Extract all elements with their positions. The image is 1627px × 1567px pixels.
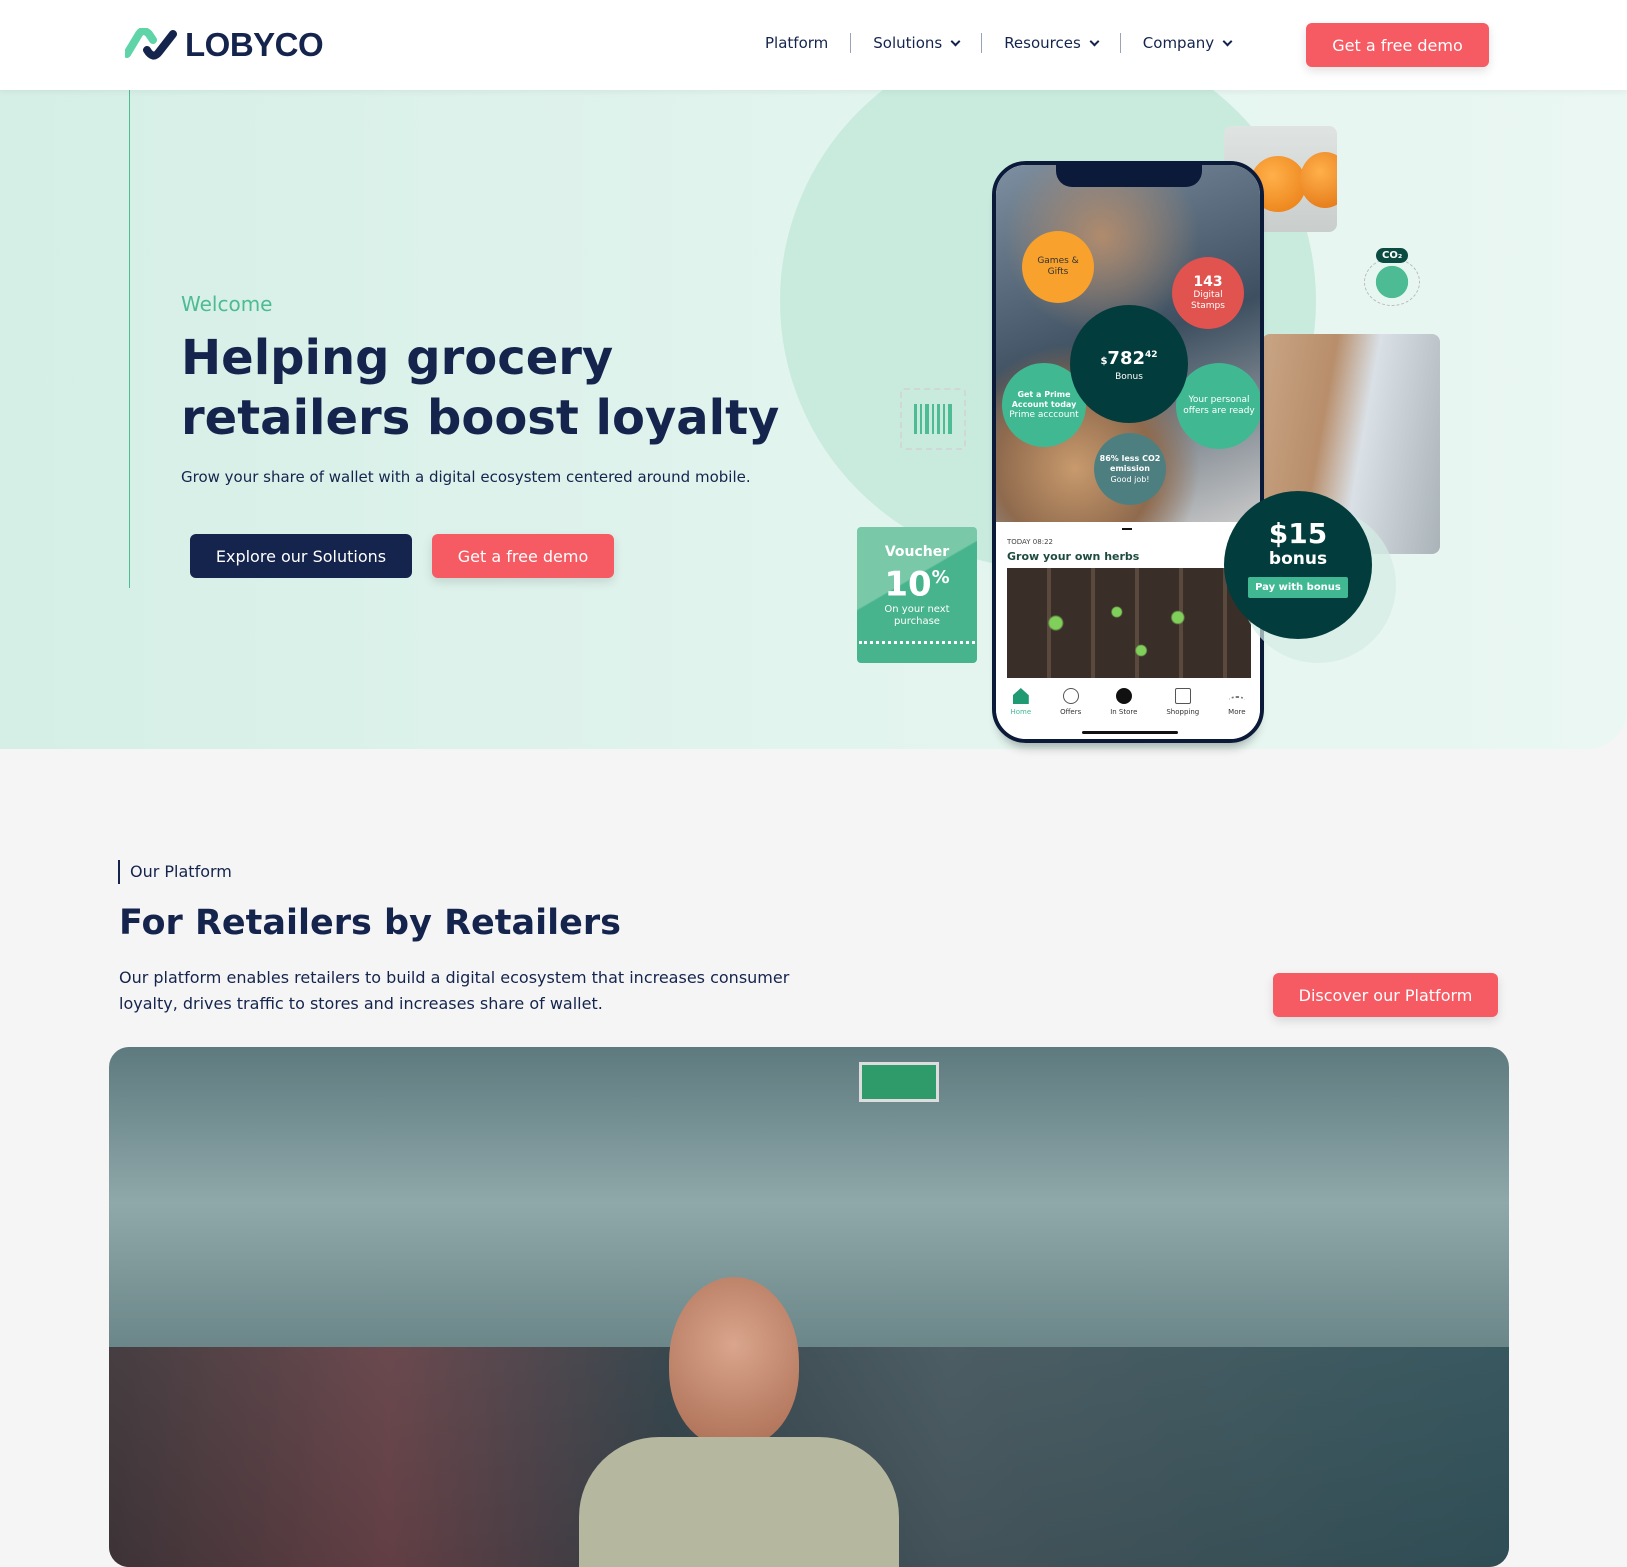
stamps-bubble[interactable]: 143 Digital Stamps [1172, 257, 1244, 329]
tab-home[interactable]: Home [1010, 688, 1032, 739]
feed-card[interactable]: TODAY 08:22 Grow your own herbs [996, 522, 1260, 682]
card-title: Grow your own herbs [1007, 550, 1140, 563]
percent-icon [1062, 688, 1079, 704]
voucher-unit: % [931, 567, 950, 588]
voucher-value: 10 [884, 564, 932, 605]
chevron-down-icon [950, 36, 961, 46]
discover-platform-button[interactable]: Discover our Platform [1273, 973, 1498, 1017]
bonus-badge: $15 bonus Pay with bonus [1224, 491, 1372, 639]
home-indicator [1082, 731, 1178, 734]
nav-label: Solutions [873, 34, 943, 52]
logo[interactable]: LOBYCO [125, 26, 324, 64]
home-icon [1012, 688, 1029, 704]
store-video[interactable] [109, 1047, 1509, 1567]
barcode-icon [900, 388, 966, 450]
bubble-label: Games & Gifts [1037, 256, 1079, 277]
tab-label: More [1228, 708, 1246, 716]
truck-icon [1174, 688, 1191, 704]
co2-label: 86% less CO2 emission [1099, 453, 1161, 473]
co2-badge: CO₂ [1376, 248, 1409, 263]
globe-icon [1364, 258, 1420, 306]
co2-bubble[interactable]: 86% less CO2 emission Good job! [1094, 433, 1166, 505]
section-label: Our Platform [118, 860, 232, 884]
stamps-count: 143 [1193, 274, 1223, 290]
chevron-down-icon [1222, 36, 1233, 46]
section-title: For Retailers by Retailers [119, 903, 621, 943]
tab-label: Offers [1060, 708, 1082, 716]
stamps-label: Digital Stamps [1191, 290, 1225, 311]
voucher-title: Voucher [884, 544, 950, 560]
scan-icon [1115, 688, 1132, 704]
bonus-label: Bonus [1115, 372, 1143, 382]
more-icon [1228, 696, 1245, 704]
bonus-label: bonus [1268, 549, 1328, 569]
prime-title: Get a Prime Account today [1011, 389, 1077, 409]
tab-more[interactable]: More [1228, 688, 1246, 739]
nav-label: Resources [1004, 34, 1081, 52]
hero-subtitle: Grow your share of wallet with a digital… [181, 468, 751, 486]
co2-sub: Good job! [1110, 474, 1150, 484]
pay-with-bonus-button[interactable]: Pay with bonus [1248, 577, 1348, 598]
personal-offers-bubble[interactable]: Your personal offers are ready [1176, 363, 1260, 449]
bonus-amount: $15 [1268, 517, 1328, 550]
nav-solutions[interactable]: Solutions [850, 33, 981, 53]
tab-offers[interactable]: Offers [1060, 688, 1082, 739]
voucher-card: Voucher 10% On your next purchase [857, 527, 977, 663]
herbs-image [1007, 568, 1251, 678]
prime-sub: Prime acccount [1009, 409, 1079, 420]
phone-mockup: Games & Gifts 143 Digital Stamps $78242 Bo… [992, 161, 1264, 743]
section-text: Our platform enables retailers to build … [119, 968, 790, 1013]
divider [129, 90, 130, 588]
nav-label: Company [1142, 34, 1215, 52]
nav-resources[interactable]: Resources [981, 33, 1120, 53]
offers-label: Your personal offers are ready [1183, 395, 1255, 416]
tab-label: Shopping [1166, 708, 1200, 716]
hero-title: Helping grocery retailers boost loyalty [181, 330, 780, 446]
logo-icon [125, 28, 177, 60]
tab-label: Home [1010, 708, 1032, 716]
header-demo-button[interactable]: Get a free demo [1306, 23, 1489, 67]
card-time: TODAY 08:22 [1007, 538, 1053, 546]
voucher-sub: On your next purchase [884, 604, 950, 628]
bonus-cents: 42 [1145, 350, 1158, 360]
bonus-balance-bubble[interactable]: $78242 Bonus [1070, 305, 1188, 423]
phone-notch [1056, 165, 1202, 187]
site-header: LOBYCO Platform Solutions Resources Comp… [0, 0, 1627, 90]
games-gifts-bubble[interactable]: Games & Gifts [1022, 231, 1094, 303]
tab-label: In Store [1110, 708, 1138, 716]
bonus-amount: 782 [1107, 348, 1145, 369]
hero-demo-button[interactable]: Get a free demo [432, 534, 614, 578]
explore-solutions-button[interactable]: Explore our Solutions [190, 534, 412, 578]
nav-company[interactable]: Company [1119, 33, 1253, 53]
main-nav: Platform Solutions Resources Company [765, 33, 1253, 53]
chevron-down-icon [1089, 36, 1100, 46]
nav-platform[interactable]: Platform [765, 33, 850, 53]
hero-eyebrow: Welcome [181, 292, 273, 316]
nav-label: Platform [765, 34, 829, 52]
